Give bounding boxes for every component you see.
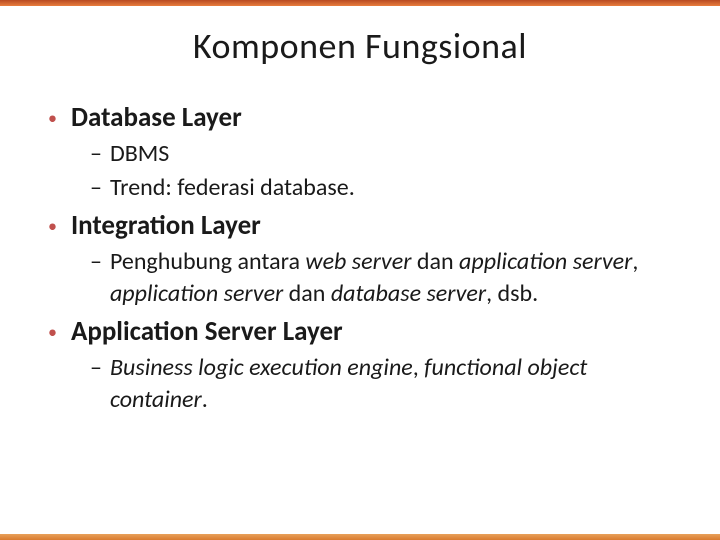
sub-text: Business logic execution engine, functio… <box>110 352 684 416</box>
sub-text: Trend: federasi database. <box>110 172 355 204</box>
sub-list: –DBMS–Trend: federasi database. <box>48 138 684 204</box>
sub-text: DBMS <box>110 138 169 170</box>
dash-icon: – <box>90 138 102 170</box>
top-accent-bar <box>0 0 720 6</box>
bottom-accent-bar <box>0 534 720 540</box>
bullet-label: Integration Layer <box>71 210 261 242</box>
bullet-icon: • <box>48 316 57 348</box>
dash-icon: – <box>90 172 102 204</box>
sub-item: –Business logic execution engine, functi… <box>90 352 684 416</box>
sub-item: –DBMS <box>90 138 684 170</box>
sub-list: –Business logic execution engine, functi… <box>48 352 684 416</box>
bullet-list: •Database Layer–DBMS–Trend: federasi dat… <box>36 102 684 416</box>
dash-icon: – <box>90 246 102 278</box>
sub-item: –Trend: federasi database. <box>90 172 684 204</box>
sub-list: –Penghubung antara web server dan applic… <box>48 246 684 310</box>
slide-title: Komponen Fungsional <box>36 24 684 68</box>
bullet-label: Application Server Layer <box>71 316 343 348</box>
bullet-item: • Database Layer –DBMS–Trend: federasi dat… <box>48 102 684 204</box>
slide-content: Komponen Fungsional •Database Layer–DBMS… <box>0 0 720 446</box>
sub-text: Penghubung antara web server dan applica… <box>110 246 684 310</box>
bullet-item: • Integration Layer –Penghubung antara web… <box>48 210 684 310</box>
bullet-icon: • <box>48 210 57 242</box>
dash-icon: – <box>90 352 102 384</box>
bullet-item: • Application Server Layer –Business logic… <box>48 316 684 416</box>
bullet-label: Database Layer <box>71 102 242 134</box>
sub-item: –Penghubung antara web server dan applic… <box>90 246 684 310</box>
bullet-icon: • <box>48 102 57 134</box>
